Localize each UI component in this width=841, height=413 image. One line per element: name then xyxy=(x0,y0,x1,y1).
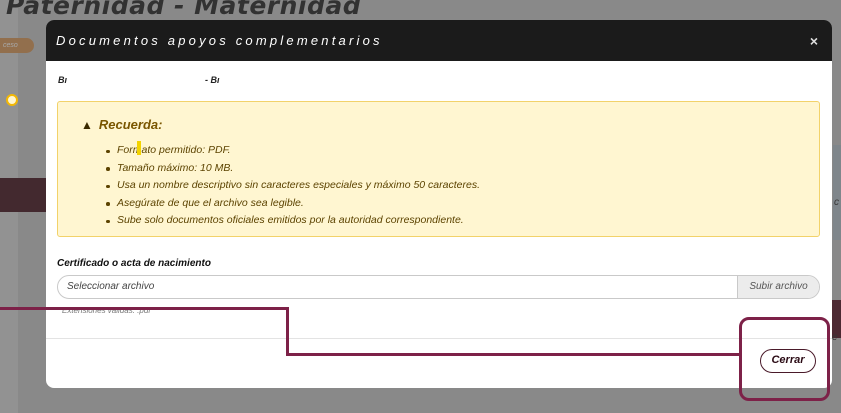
modal-header: Documentos apoyos complementarios × xyxy=(46,20,832,61)
reminder-alert: ▲ Recuerda: Formato permitido: PDF. Tama… xyxy=(57,101,820,237)
file-field-label: Certificado o acta de nacimiento xyxy=(57,258,211,269)
beneficiary-name: Bı xyxy=(58,75,67,85)
annotation-line xyxy=(286,307,289,356)
annotation-line xyxy=(0,307,289,310)
annotation-line xyxy=(286,353,742,356)
close-icon[interactable]: × xyxy=(810,33,818,49)
list-item: Asegúrate de que el archivo sea legible. xyxy=(106,195,480,213)
alert-heading: ▲ Recuerda: xyxy=(81,117,162,132)
list-item: Tamaño máximo: 10 MB. xyxy=(106,160,480,178)
list-item: Sube solo documentos oficiales emitidos … xyxy=(106,212,480,230)
modal-title: Documentos apoyos complementarios xyxy=(56,33,383,48)
text-cursor-highlight xyxy=(137,141,141,155)
annotation-highlight-box xyxy=(739,317,830,401)
list-item: Formato permitido: PDF. xyxy=(106,142,480,160)
alert-heading-text: Recuerda: xyxy=(98,117,163,132)
file-select-placeholder[interactable]: Seleccionar archivo xyxy=(58,276,737,298)
footer-divider xyxy=(46,338,832,339)
beneficiary-detail: - Bı xyxy=(205,75,220,85)
list-item: Usa un nombre descriptivo sin caracteres… xyxy=(106,177,480,195)
beneficiary-line: Bı - Bı xyxy=(58,75,220,85)
requirements-list: Formato permitido: PDF. Tamaño máximo: 1… xyxy=(106,142,480,230)
warning-icon: ▲ xyxy=(81,117,93,132)
file-upload-input[interactable]: Seleccionar archivo Subir archivo xyxy=(57,275,820,299)
documents-modal: Documentos apoyos complementarios × Bı -… xyxy=(46,20,832,388)
upload-file-button[interactable]: Subir archivo xyxy=(737,276,819,298)
annotation-ring-icon xyxy=(6,94,18,106)
